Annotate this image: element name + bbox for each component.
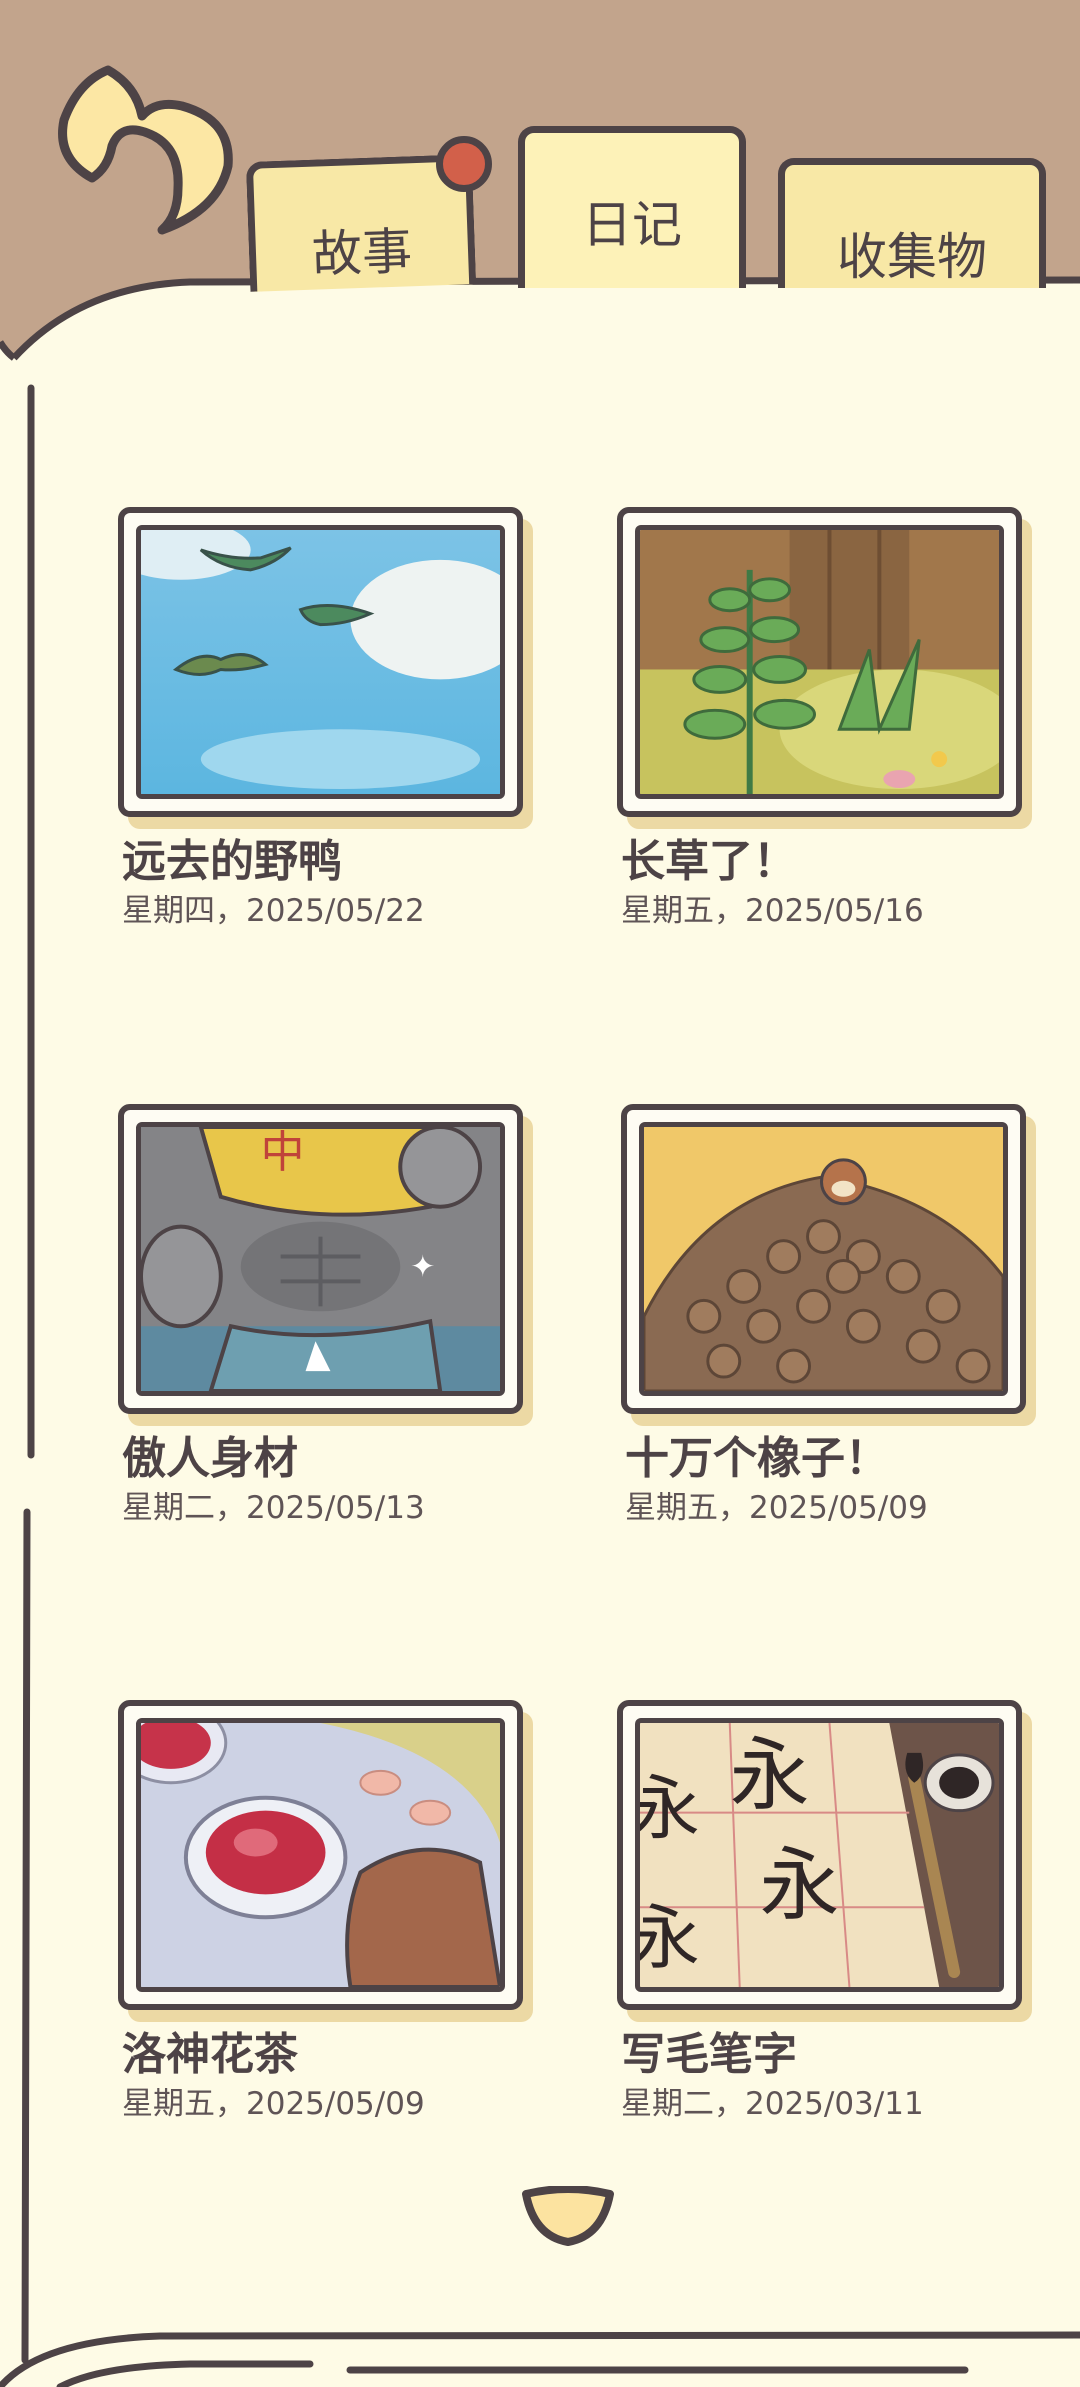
svg-text:✦: ✦ [410, 1249, 435, 1284]
entry-photo [118, 1700, 533, 2022]
entry-photo [617, 507, 1032, 829]
plants-picture [635, 525, 1004, 799]
ducks-picture [136, 525, 505, 799]
entry-date: 星期二，2025/03/11 [621, 2086, 924, 2122]
tab-collectibles-label: 收集物 [837, 228, 987, 286]
diary-entry-card[interactable]: 长草了！ 星期五，2025/05/16 [617, 507, 1057, 987]
diary-entry-card[interactable]: 十万个橡子！ 星期五，2025/05/09 [621, 1104, 1061, 1584]
svg-text:永: 永 [730, 1729, 810, 1822]
entry-title: 长草了！ [621, 836, 797, 887]
tab-diary[interactable]: 日记 [518, 126, 746, 288]
diary-screen: 故事 日记 收集物 远去的野鸭 星期四，2025/05/22 长草了！ 星期五，… [0, 0, 1080, 2387]
tab-collectibles[interactable]: 收集物 [778, 158, 1046, 288]
svg-text:永: 永 [635, 1769, 700, 1850]
entry-photo: 永 永 永 永 [617, 1700, 1032, 2022]
entry-title: 傲人身材 [122, 1433, 298, 1484]
svg-text:中: 中 [261, 1127, 305, 1178]
entry-title: 写毛笔字 [621, 2029, 797, 2080]
entry-photo [621, 1104, 1036, 1426]
entry-title: 洛神花茶 [122, 2029, 298, 2080]
tab-story-label: 故事 [311, 222, 414, 284]
tea-picture [136, 1718, 505, 1992]
entry-photo [118, 507, 533, 829]
diary-entry-card[interactable]: 永 永 永 永 写毛笔字 星期二，2025/03/11 [617, 1700, 1057, 2180]
entry-title: 十万个橡子！ [625, 1433, 889, 1484]
acorns-picture [639, 1122, 1008, 1396]
entry-date: 星期五，2025/05/09 [122, 2086, 425, 2122]
diary-entry-card[interactable]: 远去的野鸭 星期四，2025/05/22 [118, 507, 558, 987]
page-down-icon[interactable] [520, 2186, 616, 2248]
frog-picture: 中 ✦ [136, 1122, 505, 1396]
diary-entry-card[interactable]: 中 ✦ 傲人身材 星期二，2025/05/13 [118, 1104, 558, 1584]
entry-photo: 中 ✦ [118, 1104, 533, 1426]
notification-dot-icon [436, 136, 492, 192]
svg-text:永: 永 [635, 1898, 700, 1979]
entry-date: 星期五，2025/05/16 [621, 893, 924, 929]
back-arrow-icon[interactable] [50, 58, 250, 238]
entry-date: 星期二，2025/05/13 [122, 1490, 425, 1526]
entry-date: 星期四，2025/05/22 [122, 893, 425, 929]
calligraphy-picture: 永 永 永 永 [635, 1718, 1004, 1992]
tab-diary-label: 日记 [582, 196, 682, 254]
entry-title: 远去的野鸭 [122, 836, 342, 887]
entry-date: 星期五，2025/05/09 [625, 1490, 928, 1526]
diary-entry-card[interactable]: 洛神花茶 星期五，2025/05/09 [118, 1700, 558, 2180]
svg-text:永: 永 [760, 1838, 840, 1931]
